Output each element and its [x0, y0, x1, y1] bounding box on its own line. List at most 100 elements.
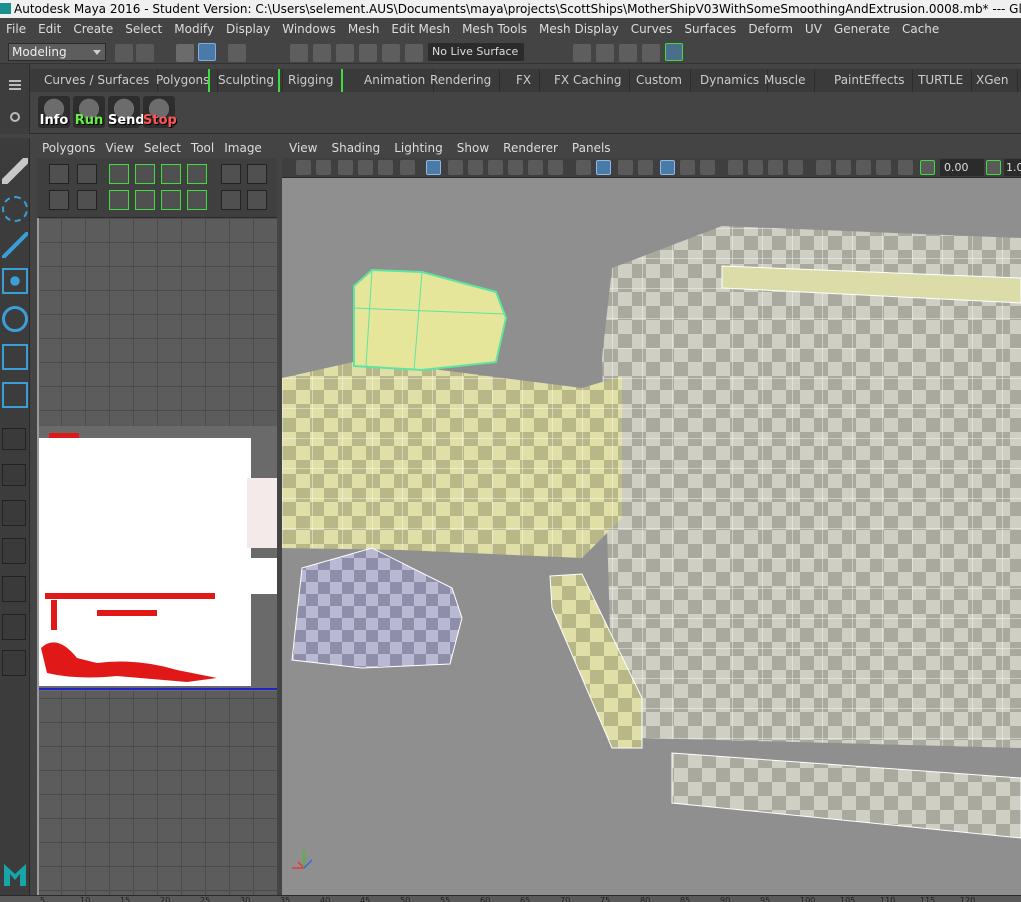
- use-all-lights-icon[interactable]: [680, 160, 695, 175]
- grid-icon[interactable]: [426, 160, 441, 175]
- render-view-icon[interactable]: [573, 44, 591, 62]
- textured-icon[interactable]: [660, 160, 675, 175]
- folder-open-icon[interactable]: [115, 44, 133, 62]
- depth-of-field-icon[interactable]: [788, 160, 803, 175]
- uv-tool-icon-1[interactable]: [49, 164, 69, 184]
- snap-curve-icon[interactable]: [313, 44, 331, 62]
- shelf-tab-rendering[interactable]: Rendering: [422, 69, 501, 92]
- menu-uv[interactable]: UV: [799, 18, 828, 40]
- uv-tool-icon-9[interactable]: [49, 190, 69, 210]
- gear-icon[interactable]: [10, 112, 20, 122]
- menu-modify[interactable]: Modify: [168, 18, 220, 40]
- menu-file[interactable]: File: [0, 18, 32, 40]
- menu-edit[interactable]: Edit: [32, 18, 67, 40]
- grease-pencil-icon[interactable]: [400, 160, 415, 175]
- snap-view-icon[interactable]: [359, 44, 377, 62]
- select-component-icon[interactable]: [228, 44, 246, 62]
- uv-tool-icon-12[interactable]: [135, 190, 155, 210]
- menu-deform[interactable]: Deform: [742, 18, 799, 40]
- viewport-menu-lighting[interactable]: Lighting: [387, 138, 450, 158]
- uv-menu-select[interactable]: Select: [139, 138, 186, 158]
- menu-mesh[interactable]: Mesh: [342, 18, 386, 40]
- save-icon[interactable]: [136, 44, 154, 62]
- mode-selector[interactable]: Modeling: [8, 43, 106, 61]
- uv-options-icon[interactable]: [2, 650, 26, 676]
- menu-edit-mesh[interactable]: Edit Mesh: [385, 18, 456, 40]
- safe-title-icon[interactable]: [548, 160, 563, 175]
- isolate-select-icon[interactable]: [816, 160, 831, 175]
- camera-attributes-icon[interactable]: [316, 160, 331, 175]
- snap-point-icon[interactable]: [336, 44, 354, 62]
- uv-tool-icon-5[interactable]: [161, 164, 181, 184]
- uv-menu-image[interactable]: Image: [219, 138, 267, 158]
- uv-menu-polygons[interactable]: Polygons: [37, 138, 100, 158]
- shelf-tab-painteffects[interactable]: PaintEffects: [826, 69, 914, 92]
- scale-tool-icon[interactable]: [2, 344, 28, 370]
- xray-icon[interactable]: [836, 160, 851, 175]
- exposure-toggle-icon[interactable]: [920, 160, 935, 175]
- hypershade-icon[interactable]: [665, 43, 683, 61]
- image-plane-icon[interactable]: [358, 160, 373, 175]
- select-tool-icon[interactable]: [2, 158, 28, 184]
- shelf-button-run[interactable]: Run: [73, 96, 105, 128]
- uv-tool-icon-8[interactable]: [247, 164, 267, 184]
- exposure-field[interactable]: 0.00: [940, 159, 984, 176]
- anti-aliasing-icon[interactable]: [768, 160, 783, 175]
- gamma-field[interactable]: 1.0: [1004, 159, 1021, 176]
- uv-snap-icon[interactable]: [2, 614, 26, 640]
- viewport-menu-show[interactable]: Show: [450, 138, 496, 158]
- film-gate-icon[interactable]: [448, 160, 463, 175]
- uv-tool-icon-15[interactable]: [221, 190, 241, 210]
- paint-select-tool-icon[interactable]: [2, 232, 28, 258]
- xray-components-icon[interactable]: [876, 160, 891, 175]
- gate-mask-icon[interactable]: [488, 160, 503, 175]
- uv-tool-icon-7[interactable]: [221, 164, 241, 184]
- uv-shell-icon[interactable]: [2, 428, 26, 450]
- shelf-tab-fx-caching[interactable]: FX Caching: [546, 69, 631, 92]
- uv-grid-icon[interactable]: [2, 464, 26, 486]
- snap-grid-icon[interactable]: [290, 44, 308, 62]
- two-d-pan-icon[interactable]: [378, 160, 393, 175]
- menu-display[interactable]: Display: [220, 18, 276, 40]
- shelf-tab-muscle[interactable]: Muscle: [756, 69, 815, 92]
- uv-tool-icon-14[interactable]: [187, 190, 207, 210]
- shelf-tab-fx[interactable]: FX: [508, 69, 541, 92]
- uv-layout-icon[interactable]: [2, 500, 26, 526]
- smooth-shade-icon[interactable]: [596, 160, 611, 175]
- menu-select[interactable]: Select: [119, 18, 168, 40]
- screen-space-ao-icon[interactable]: [728, 160, 743, 175]
- uv-tool-icon-11[interactable]: [109, 190, 129, 210]
- last-tool-icon[interactable]: [2, 382, 28, 408]
- uv-canvas[interactable]: [37, 218, 277, 895]
- uv-distribute-icon[interactable]: [2, 576, 26, 602]
- camera-select-icon[interactable]: [296, 160, 311, 175]
- move-tool-icon[interactable]: [2, 268, 28, 294]
- resolution-gate-icon[interactable]: [468, 160, 483, 175]
- menu-mesh-tools[interactable]: Mesh Tools: [456, 18, 533, 40]
- safe-action-icon[interactable]: [528, 160, 543, 175]
- gamma-toggle-icon[interactable]: [986, 160, 1001, 175]
- select-object-icon[interactable]: [198, 43, 216, 61]
- render-settings-icon[interactable]: [642, 44, 660, 62]
- perspective-viewport[interactable]: [282, 138, 1021, 895]
- menu-generate[interactable]: Generate: [828, 18, 896, 40]
- shadows-icon[interactable]: [700, 160, 715, 175]
- uv-tool-icon-3[interactable]: [109, 164, 129, 184]
- uv-menu-view[interactable]: View: [100, 138, 138, 158]
- uv-tool-icon-4[interactable]: [135, 164, 155, 184]
- uv-tool-icon-2[interactable]: [77, 164, 97, 184]
- viewport-menu-panels[interactable]: Panels: [565, 138, 618, 158]
- bookmark-icon[interactable]: [338, 160, 353, 175]
- render-frame-icon[interactable]: [596, 44, 614, 62]
- menu-windows[interactable]: Windows: [276, 18, 342, 40]
- shelf-tab-sculpting[interactable]: Sculpting: [208, 69, 284, 92]
- live-surface-field[interactable]: No Live Surface: [428, 43, 524, 61]
- shelf-tab-rigging[interactable]: Rigging: [278, 69, 344, 92]
- menu-mesh-display[interactable]: Mesh Display: [533, 18, 625, 40]
- viewport-menu-view[interactable]: View: [282, 138, 324, 158]
- rotate-tool-icon[interactable]: [2, 306, 28, 332]
- menu-curves[interactable]: Curves: [625, 18, 679, 40]
- make-live-icon[interactable]: [405, 44, 423, 62]
- lasso-tool-icon[interactable]: [2, 196, 28, 222]
- wireframe-icon[interactable]: [576, 160, 591, 175]
